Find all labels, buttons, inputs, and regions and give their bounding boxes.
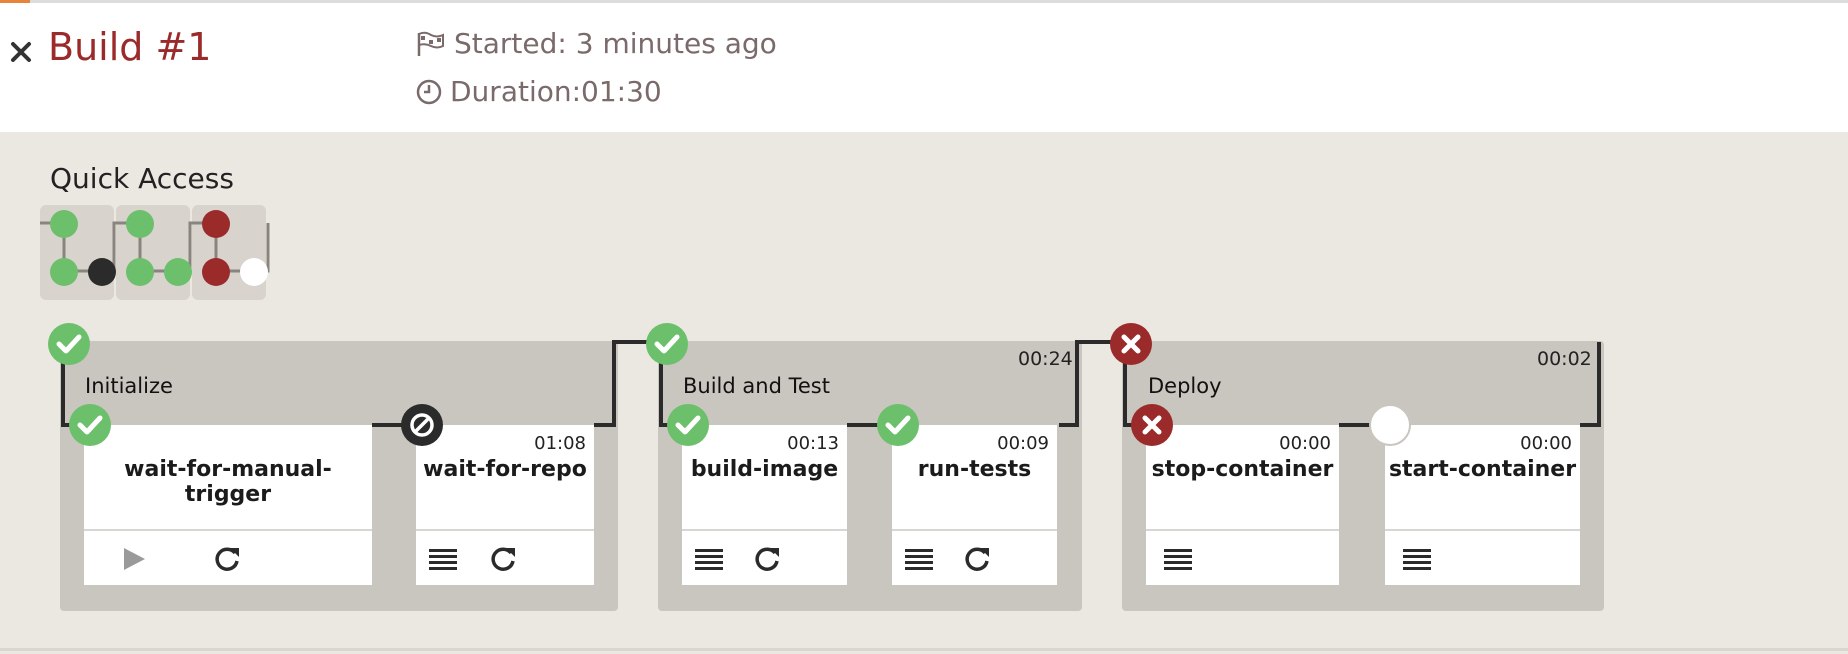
rerun-icon[interactable] [488,545,518,573]
job-actions [892,531,1057,585]
job-card-build-image[interactable]: 00:13 build-image [682,425,847,585]
duration-info: Duration:01:30 [416,75,662,108]
success-check-icon[interactable] [47,322,91,366]
qa-job-dot-start-container[interactable] [240,258,268,286]
job-actions [84,531,372,585]
pending-circle-icon[interactable] [1368,403,1412,447]
rerun-icon[interactable] [212,545,242,573]
job-card-run-tests[interactable]: 00:09 run-tests [892,425,1057,585]
job-name[interactable]: wait-for-manual-trigger [84,457,372,507]
job-name[interactable]: build-image [682,457,847,482]
success-check-icon[interactable] [645,322,689,366]
success-check-icon[interactable] [666,403,710,447]
started-text: Started: 3 minutes ago [454,27,777,60]
job-name[interactable]: stop-container [1146,457,1339,482]
job-actions [1146,531,1339,585]
bottom-border [0,648,1848,651]
success-check-icon[interactable] [876,403,920,447]
job-card-start-container[interactable]: 00:00 start-container [1385,425,1580,585]
log-icon[interactable] [904,545,934,573]
page-title: Build #1 [48,25,212,69]
qa-stage-dot-deploy[interactable] [202,210,230,238]
started-info: Started: 3 minutes ago [416,27,777,60]
qa-job-dot-stop-container[interactable] [202,258,230,286]
quick-access-title: Quick Access [50,162,234,195]
job-actions [1385,531,1580,585]
qa-stage-dot-initialize[interactable] [50,210,78,238]
close-x-icon[interactable] [10,41,32,63]
play-icon[interactable] [118,545,148,573]
job-card-wait-for-manual-trigger[interactable]: wait-for-manual-trigger [84,425,372,585]
job-time: 00:00 [1520,433,1572,454]
job-card-stop-container[interactable]: 00:00 stop-container [1146,425,1339,585]
failure-x-icon[interactable] [1109,322,1153,366]
clock-icon [416,79,442,104]
log-icon[interactable] [694,545,724,573]
job-time: 00:13 [787,433,839,454]
job-actions [416,531,594,585]
failure-x-icon[interactable] [1130,403,1174,447]
job-name[interactable]: wait-for-repo [416,457,594,482]
rerun-icon[interactable] [962,545,992,573]
blocked-icon[interactable] [400,403,444,447]
job-time: 00:00 [1279,433,1331,454]
log-icon[interactable] [1402,545,1432,573]
log-icon[interactable] [428,545,458,573]
rerun-icon[interactable] [752,545,782,573]
qa-job-dot-build-image[interactable] [126,258,154,286]
qa-job-dot-wait-for-repo[interactable] [88,258,116,286]
job-name[interactable]: run-tests [892,457,1057,482]
duration-text: Duration:01:30 [450,75,662,108]
flag-icon [417,31,444,56]
log-icon[interactable] [1163,545,1193,573]
job-time: 01:08 [534,433,586,454]
qa-job-dot-wait-for-manual-trigger[interactable] [50,258,78,286]
success-check-icon[interactable] [68,403,112,447]
job-name[interactable]: start-container [1385,457,1580,482]
job-card-wait-for-repo[interactable]: 01:08 wait-for-repo [416,425,594,585]
job-actions [682,531,847,585]
build-header: Build #1 Started: 3 minutes ago Duration… [0,3,1848,132]
qa-job-dot-run-tests[interactable] [164,258,192,286]
job-time: 00:09 [997,433,1049,454]
qa-stage-dot-build-and-test[interactable] [126,210,154,238]
